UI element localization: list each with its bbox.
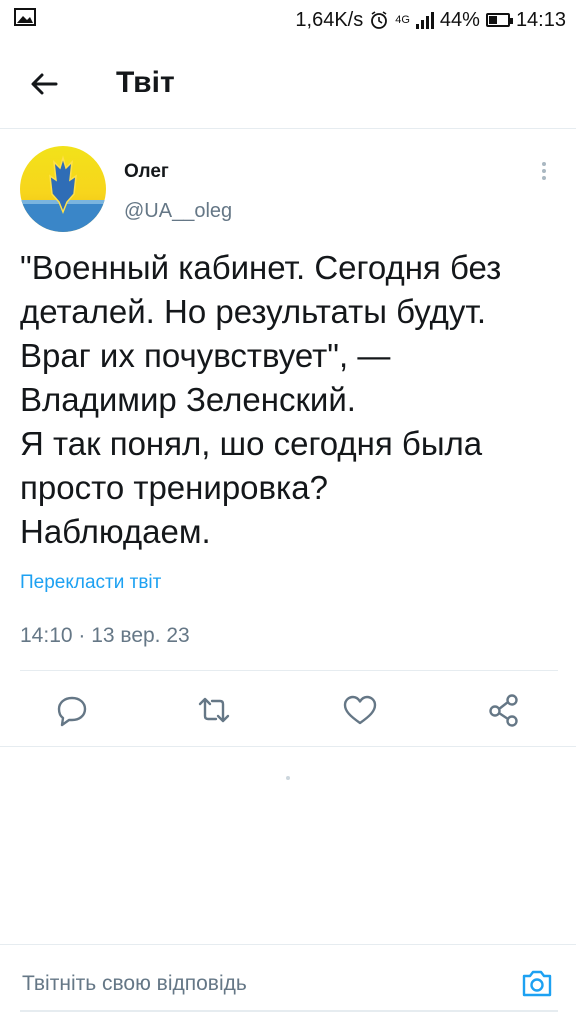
camera-icon[interactable]	[520, 966, 554, 1000]
clock: 14:13	[515, 8, 566, 31]
retweet-button[interactable]	[194, 690, 234, 730]
tweet-text-line: "Военный кабинет. Сегодня без	[20, 249, 502, 286]
status-bar: 1,64K/s 4G 44% 14:13	[0, 0, 576, 40]
image-notification-icon	[14, 8, 36, 26]
network-type: 4G	[395, 14, 410, 26]
tweet-text: "Военный кабинет. Сегодня без деталей. Н…	[20, 246, 550, 554]
author-handle[interactable]: @UA__oleg	[124, 200, 232, 223]
avatar[interactable]	[20, 146, 106, 232]
reply-button[interactable]	[52, 690, 92, 730]
like-icon	[343, 695, 377, 725]
author-name[interactable]: Олег	[124, 161, 169, 183]
tweet-text-line: деталей. Но результаты будут.	[20, 293, 487, 330]
divider	[0, 746, 576, 747]
tweet-text-line: Владимир Зеленский.	[20, 381, 356, 418]
more-options-icon[interactable]	[532, 160, 556, 186]
signal-icon	[415, 11, 434, 29]
avatar-image	[20, 146, 106, 232]
tweet-text-line: Наблюдаем.	[20, 513, 211, 550]
tweet-text-line: Враг их почувствует", —	[20, 337, 391, 374]
network-speed: 1,64K/s	[295, 8, 364, 31]
tweet-text-line: просто тренировка?	[20, 469, 328, 506]
reply-input-underline	[20, 1010, 558, 1012]
share-button[interactable]	[484, 690, 524, 730]
reply-input[interactable]: Твітніть свою відповідь	[22, 972, 247, 996]
divider	[20, 670, 558, 671]
loading-indicator	[286, 776, 290, 780]
tweet-timestamp: 14:10 · 13 вер. 23	[20, 624, 190, 647]
translate-link[interactable]: Перекласти твіт	[20, 572, 161, 594]
reply-icon	[57, 696, 87, 727]
battery-icon	[485, 13, 513, 27]
like-button[interactable]	[340, 690, 380, 730]
page-title: Твіт	[116, 66, 175, 99]
top-bar: Твіт	[0, 40, 576, 129]
status-right: 1,64K/s 4G 44% 14:13	[295, 6, 566, 34]
retweet-icon	[198, 697, 230, 723]
battery-percent: 44%	[439, 8, 480, 31]
back-arrow-icon[interactable]	[24, 64, 64, 104]
share-icon	[489, 694, 518, 727]
alarm-icon	[371, 11, 388, 29]
tweet-text-line: Я так понял, шо сегодня была	[20, 425, 483, 462]
